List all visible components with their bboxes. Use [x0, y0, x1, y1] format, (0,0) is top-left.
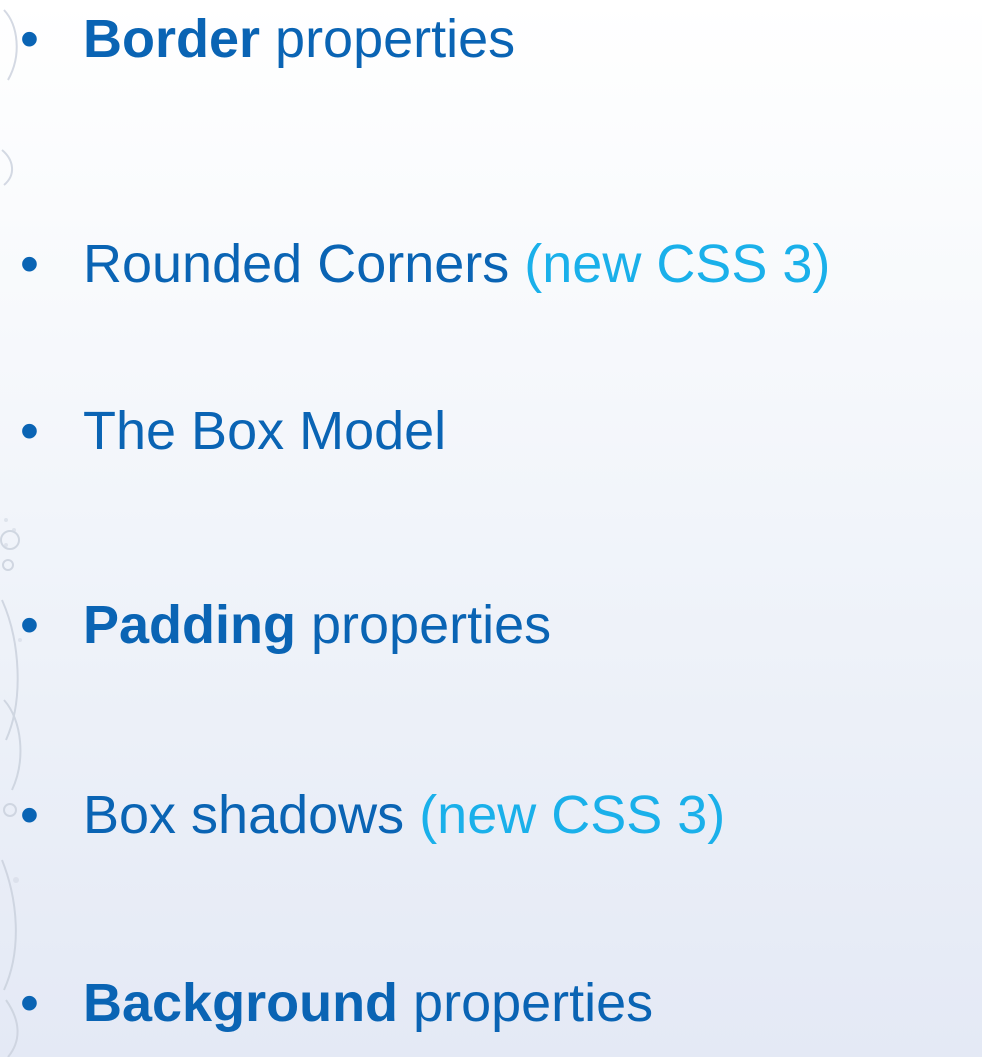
list-item-text: Border properties: [83, 4, 515, 74]
list-item-text: Box shadows (new CSS 3): [83, 780, 725, 850]
bullet-point: •: [20, 234, 39, 294]
list-item-bold: Background: [83, 973, 399, 1033]
list-item-text: Padding properties: [83, 590, 551, 660]
bullet-point: •: [20, 401, 39, 461]
list-item-text: Rounded Corners (new CSS 3): [83, 229, 830, 299]
list-item-label: Rounded Corners: [83, 234, 525, 294]
list-item-label: Box shadows: [83, 785, 420, 845]
list-item-label: The Box Model: [83, 401, 447, 461]
bullet-point: •: [20, 785, 39, 845]
bullet-list: • Border properties • Rounded Corners (n…: [0, 0, 982, 1057]
list-item-note: (new CSS 3): [524, 234, 831, 294]
list-item-bold: Border: [83, 9, 261, 69]
list-item-label: properties: [296, 595, 552, 655]
bullet-point: •: [20, 973, 39, 1033]
list-item-text: The Box Model: [83, 396, 446, 466]
list-item-note: (new CSS 3): [419, 785, 726, 845]
bullet-point: •: [20, 9, 39, 69]
list-item-text: Background properties: [83, 968, 653, 1038]
list-item-bold: Padding: [83, 595, 296, 655]
list-item-label: properties: [398, 973, 654, 1033]
bullet-point: •: [20, 595, 39, 655]
list-item-label: properties: [260, 9, 516, 69]
